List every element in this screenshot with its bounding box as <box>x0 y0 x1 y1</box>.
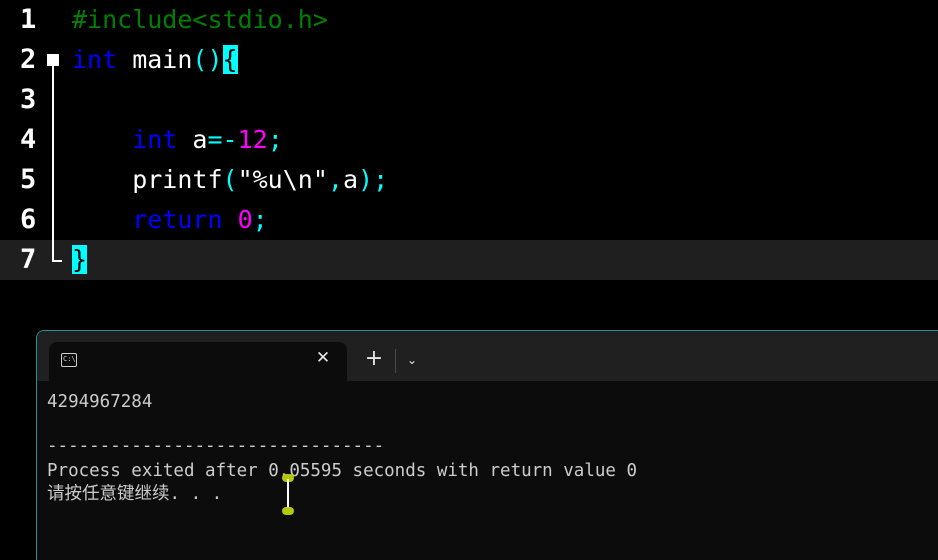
text-cursor-bottom-cap <box>282 507 294 515</box>
terminal-separator-line: -------------------------------- <box>47 436 385 456</box>
code-text[interactable]: return 0; <box>72 200 268 240</box>
code-token: int <box>132 125 178 154</box>
code-text[interactable]: int a=-12; <box>72 120 283 160</box>
chevron-down-icon[interactable]: ⌄ <box>401 348 423 372</box>
code-text[interactable]: int main(){ <box>72 40 238 80</box>
code-token: return <box>132 205 223 234</box>
terminal-tab[interactable]: C:\ ✕ <box>49 342 347 381</box>
fold-guide-end <box>52 260 62 262</box>
line-number: 4 <box>20 124 37 155</box>
terminal-output-line: 4294967284 <box>47 392 153 412</box>
line-number: 1 <box>20 4 37 35</box>
new-tab-plus-icon[interactable]: + <box>362 347 386 371</box>
command-prompt-icon: C:\ <box>61 353 77 367</box>
code-line[interactable]: 7} <box>0 240 938 280</box>
code-token: () <box>192 45 223 74</box>
code-line[interactable]: 4 int a=-12; <box>0 120 938 160</box>
fold-guide-line <box>52 66 54 262</box>
code-token: 12 <box>237 125 268 154</box>
code-token: } <box>72 245 88 274</box>
code-token: , <box>327 165 343 194</box>
code-token: a <box>342 165 359 194</box>
code-text[interactable]: } <box>72 240 88 280</box>
fold-collapse-icon[interactable] <box>47 54 59 66</box>
code-token: printf <box>72 165 223 194</box>
code-token: "%u\n" <box>237 165 328 194</box>
terminal-tab-bar: C:\ ✕ + ⌄ <box>37 331 938 381</box>
line-number: 7 <box>20 244 37 275</box>
code-token: a <box>177 125 208 154</box>
code-token: ; <box>252 205 268 234</box>
line-number: 3 <box>20 84 37 115</box>
code-line[interactable]: 2 int main(){ <box>0 40 938 80</box>
terminal-press-any-key: 请按任意键继续. . . <box>47 484 223 504</box>
code-token: ); <box>358 165 389 194</box>
code-text[interactable]: printf("%u\n",a); <box>72 160 388 200</box>
code-token: =- <box>207 125 238 154</box>
code-token: ( <box>222 165 238 194</box>
code-text[interactable]: #include<stdio.h> <box>72 0 328 40</box>
code-line[interactable]: 3 <box>0 80 938 120</box>
code-token: main <box>117 45 193 74</box>
code-token: #include<stdio.h> <box>72 5 328 34</box>
line-number: 5 <box>20 164 37 195</box>
code-token: int <box>72 45 118 74</box>
code-editor[interactable]: 7} 6 return 0; 5 printf("%u\n",a); 4 int a=… <box>0 0 938 330</box>
code-line[interactable]: 1 #include<stdio.h> <box>0 0 938 40</box>
line-number: 2 <box>20 44 37 75</box>
code-token: 0 <box>237 205 253 234</box>
terminal-exit-message: Process exited after 0.05595 seconds wit… <box>47 461 638 481</box>
close-tab-icon[interactable]: ✕ <box>311 346 335 370</box>
tab-separator <box>395 349 396 373</box>
code-token: { <box>222 45 238 74</box>
code-line[interactable]: 6 return 0; <box>0 200 938 240</box>
line-number: 6 <box>20 204 37 235</box>
terminal-window[interactable]: C:\ ✕ + ⌄ 4294967284 -------------------… <box>36 330 938 560</box>
code-token: ; <box>267 125 283 154</box>
code-line[interactable]: 5 printf("%u\n",a); <box>0 160 938 200</box>
